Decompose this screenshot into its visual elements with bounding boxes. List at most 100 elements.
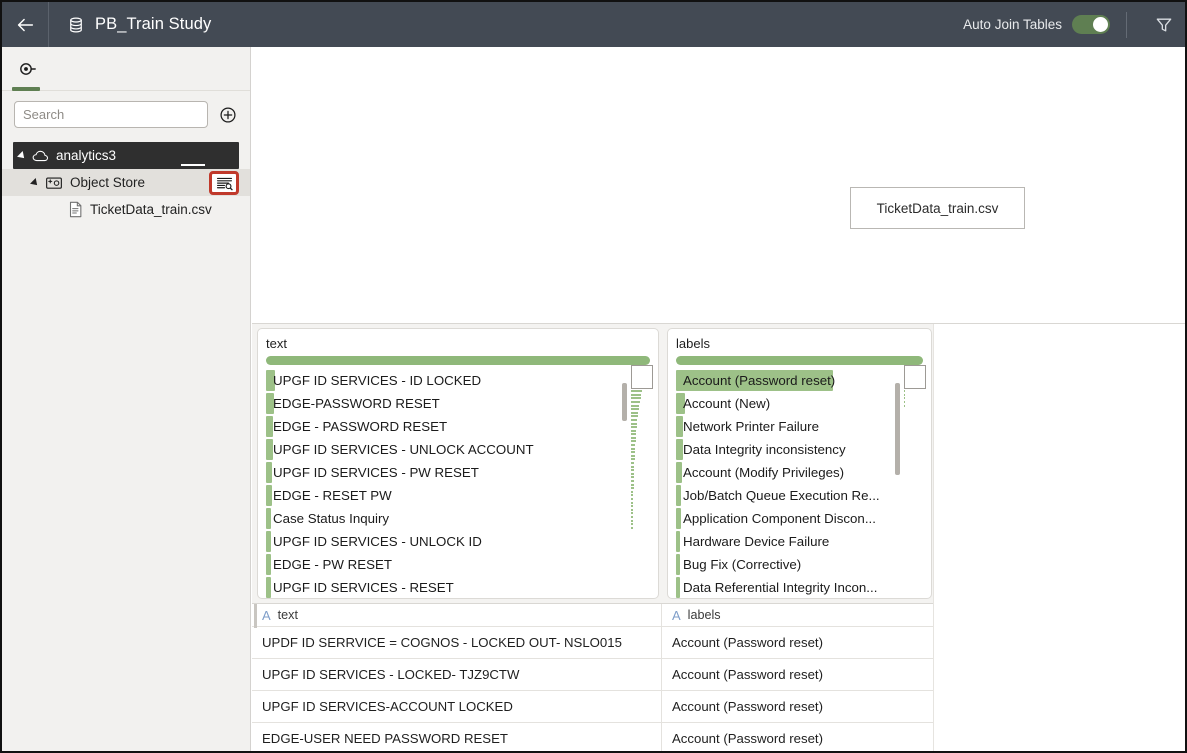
column-histogram-text[interactable]	[621, 365, 653, 594]
cell-text: UPDF ID SERRVICE = COGNOS - LOCKED OUT- …	[252, 627, 662, 658]
sidebar-tab-data-sources[interactable]	[2, 47, 50, 91]
list-item[interactable]: Account (Password reset)	[676, 369, 931, 392]
data-source-tree: analytics3 Object Store TicketData_train…	[2, 142, 250, 223]
list-item[interactable]: Account (New)	[676, 392, 931, 415]
list-item[interactable]: Application Component Discon...	[676, 507, 931, 530]
sidebar-item-label: analytics3	[56, 148, 117, 163]
column-header-text[interactable]: A text	[252, 604, 662, 626]
sidebar-item-underline	[181, 164, 205, 166]
column-histogram-labels[interactable]	[894, 365, 926, 594]
column-profile-strip: text UPGF ID SERVICES - ID LOCKED EDGE-P…	[252, 324, 933, 603]
inspect-list-icon	[216, 177, 233, 190]
column-value-list: UPGF ID SERVICES - ID LOCKED EDGE-PASSWO…	[258, 369, 658, 598]
expand-caret-icon[interactable]	[17, 150, 27, 161]
search-input[interactable]	[14, 101, 208, 128]
value-label: EDGE - RESET PW	[273, 488, 392, 503]
value-label: Job/Batch Queue Execution Re...	[683, 488, 880, 503]
sidebar-search-row	[2, 91, 250, 136]
sidebar-tab-active-indicator	[12, 86, 40, 91]
sidebar-item-label: Object Store	[70, 175, 146, 190]
add-data-source-button[interactable]	[218, 104, 238, 126]
value-label: UPGF ID SERVICES - PW RESET	[273, 465, 479, 480]
join-canvas[interactable]: TicketData_train.csv	[252, 47, 1185, 324]
data-source-icon	[20, 62, 36, 75]
canvas-table-card[interactable]: TicketData_train.csv	[850, 187, 1025, 229]
table-row[interactable]: EDGE-USER NEED PASSWORD RESET Account (P…	[252, 723, 933, 751]
grid-resize-handle[interactable]	[254, 604, 257, 628]
preview-empty-area	[933, 324, 1185, 751]
value-label: Case Status Inquiry	[273, 511, 390, 526]
cell-labels: Account (Password reset)	[672, 667, 823, 682]
histogram-viewport-box[interactable]	[631, 365, 653, 389]
list-item[interactable]: Data Referential Integrity Incon...	[676, 576, 931, 598]
list-item[interactable]: UPGF ID SERVICES - ID LOCKED	[266, 369, 658, 392]
table-row[interactable]: UPDF ID SERRVICE = COGNOS - LOCKED OUT- …	[252, 627, 933, 659]
column-header-labels[interactable]: A labels	[662, 604, 933, 626]
table-header-row: A text A labels	[252, 604, 933, 627]
cell-text: UPGF ID SERVICES - LOCKED- TJZ9CTW	[252, 659, 662, 690]
table-row[interactable]: UPGF ID SERVICES - LOCKED- TJZ9CTW Accou…	[252, 659, 933, 691]
list-item[interactable]: Case Status Inquiry	[266, 507, 658, 530]
table-row[interactable]: UPGF ID SERVICES-ACCOUNT LOCKED Account …	[252, 691, 933, 723]
sidebar-item-analytics3[interactable]: analytics3	[13, 142, 239, 169]
filter-icon	[1156, 18, 1172, 32]
value-label: Data Integrity inconsistency	[683, 442, 846, 457]
back-button[interactable]	[2, 2, 48, 47]
value-label: Hardware Device Failure	[683, 534, 830, 549]
column-profile-title: text	[266, 336, 287, 351]
value-label: Account (New)	[683, 396, 771, 411]
auto-join-label: Auto Join Tables	[963, 17, 1062, 32]
profile-scrollbar-thumb[interactable]	[895, 383, 900, 475]
list-item[interactable]: EDGE-PASSWORD RESET	[266, 392, 658, 415]
sidebar-item-label: TicketData_train.csv	[90, 202, 212, 217]
histogram-viewport-box[interactable]	[904, 365, 926, 389]
list-item[interactable]: Job/Batch Queue Execution Re...	[676, 484, 931, 507]
sidebar-item-ticketdata-train-csv[interactable]: TicketData_train.csv	[2, 196, 250, 223]
toolbar-divider-2	[1126, 11, 1127, 38]
value-label: Application Component Discon...	[683, 511, 876, 526]
list-item[interactable]: Data Integrity inconsistency	[676, 438, 931, 461]
study-title-group: PB_Train Study	[49, 15, 211, 34]
column-completeness-bar	[266, 356, 650, 365]
filter-button[interactable]	[1143, 2, 1185, 47]
text-type-icon: A	[672, 607, 681, 623]
column-profile-card-text[interactable]: text UPGF ID SERVICES - ID LOCKED EDGE-P…	[257, 328, 659, 599]
value-label: UPGF ID SERVICES - UNLOCK ACCOUNT	[273, 442, 534, 457]
app-window: PB_Train Study Auto Join Tables Search a…	[0, 0, 1187, 753]
value-label: EDGE - PW RESET	[273, 557, 392, 572]
column-header-label: text	[277, 608, 298, 622]
cell-labels: Account (Password reset)	[672, 699, 823, 714]
data-preview-region: text UPGF ID SERVICES - ID LOCKED EDGE-P…	[252, 324, 1185, 751]
profile-scrollbar-thumb[interactable]	[622, 383, 627, 421]
list-item[interactable]: EDGE - PW RESET	[266, 553, 658, 576]
list-item[interactable]: UPGF ID SERVICES - PW RESET	[266, 461, 658, 484]
column-profile-title: labels	[676, 336, 710, 351]
list-item[interactable]: Hardware Device Failure	[676, 530, 931, 553]
page-title: PB_Train Study	[95, 15, 212, 33]
histogram-bars	[631, 365, 653, 530]
list-item[interactable]: EDGE - RESET PW	[266, 484, 658, 507]
list-item[interactable]: EDGE - PASSWORD RESET	[266, 415, 658, 438]
column-profile-card-labels[interactable]: labels Account (Password reset) Account …	[667, 328, 932, 599]
list-item[interactable]: Account (Modify Privileges)	[676, 461, 931, 484]
inspect-list-button[interactable]	[209, 171, 239, 195]
cell-text: EDGE-USER NEED PASSWORD RESET	[252, 723, 662, 751]
value-label: Network Printer Failure	[683, 419, 819, 434]
data-grid: A text A labels UPDF ID SERRVICE = COGNO…	[252, 603, 933, 751]
toggle-knob	[1093, 17, 1108, 32]
cell-labels: Account (Password reset)	[672, 731, 823, 746]
text-type-icon: A	[262, 607, 271, 623]
cloud-icon	[32, 149, 49, 163]
list-item[interactable]: Network Printer Failure	[676, 415, 931, 438]
value-label: UPGF ID SERVICES - ID LOCKED	[273, 373, 482, 388]
list-item[interactable]: Bug Fix (Corrective)	[676, 553, 931, 576]
expand-caret-icon[interactable]	[30, 177, 40, 188]
list-item[interactable]: UPGF ID SERVICES - UNLOCK ACCOUNT	[266, 438, 658, 461]
list-item[interactable]: UPGF ID SERVICES - RESET	[266, 576, 658, 598]
value-label: Data Referential Integrity Incon...	[683, 580, 878, 595]
top-bar: PB_Train Study Auto Join Tables	[2, 2, 1185, 47]
value-label: Account (Modify Privileges)	[683, 465, 845, 480]
list-item[interactable]: UPGF ID SERVICES - UNLOCK ID	[266, 530, 658, 553]
auto-join-toggle[interactable]	[1072, 15, 1110, 34]
sidebar-item-object-store[interactable]: Object Store	[2, 169, 250, 196]
